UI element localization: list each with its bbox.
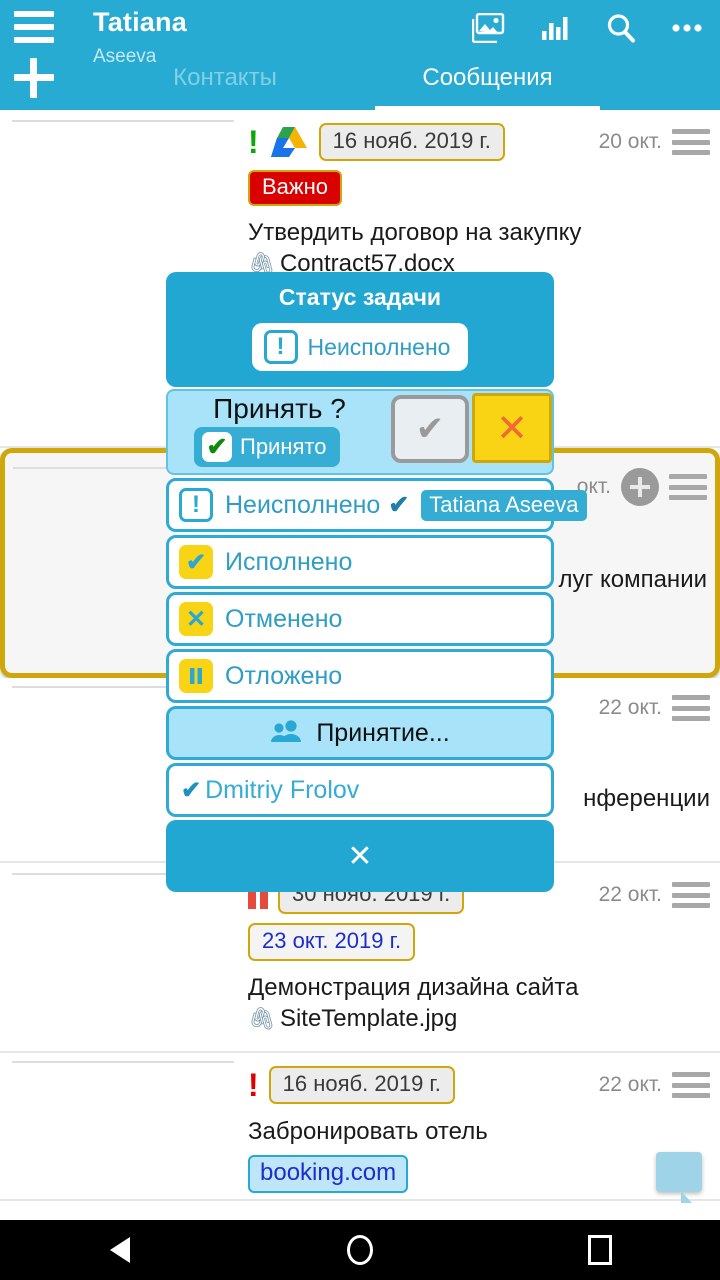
- drag-handle-icon[interactable]: [672, 695, 710, 721]
- paperclip-icon: 🖇: [248, 1006, 276, 1031]
- people-icon: [270, 719, 304, 748]
- more-icon[interactable]: [666, 8, 708, 48]
- status-option-label: Неисполнено: [225, 490, 381, 519]
- link-chip[interactable]: booking.com: [248, 1155, 409, 1193]
- hamburger-icon[interactable]: [14, 11, 54, 43]
- search-icon[interactable]: [600, 8, 642, 48]
- due-date-chip[interactable]: 16 нояб. 2019 г.: [268, 1066, 455, 1104]
- status-option-otmeneno[interactable]: ✕ Отменено: [166, 592, 554, 646]
- home-circle-icon[interactable]: [330, 1230, 390, 1270]
- status-option-label: Исполнено: [225, 547, 353, 576]
- google-drive-icon: [269, 125, 309, 159]
- tab-contacts[interactable]: Контакты: [75, 64, 375, 110]
- thumbnail-contract-document[interactable]: [12, 120, 234, 122]
- status-option-label: Отменено: [225, 604, 343, 633]
- drag-handle-icon[interactable]: [672, 129, 710, 155]
- back-triangle-icon[interactable]: [90, 1230, 150, 1270]
- page-title: Tatiana: [93, 7, 187, 37]
- person-name: Dmitriy Frolov: [205, 775, 360, 804]
- message-content: ! 16 нояб. 2019 г. 22 окт. Забронировать…: [248, 1065, 710, 1193]
- exclamation-red-icon: !: [248, 1067, 259, 1103]
- accepted-label: Принято: [240, 434, 327, 459]
- app-header: Tatiana Aseeva Контакты Сообщения: [0, 0, 720, 110]
- message-content: 30 нояб. 2019 г. 22 окт. 23 окт. 2019 г.…: [248, 875, 710, 1033]
- exclamation-outline-icon: !: [179, 488, 213, 522]
- chat-bubble-icon[interactable]: [656, 1152, 702, 1203]
- status-option-nevypolneno[interactable]: ! Неисполнено ✔ Tatiana Aseeva: [166, 478, 587, 532]
- attachment-row[interactable]: 🖇 SiteTemplate.jpg: [248, 1005, 710, 1033]
- header-action-icons: [468, 8, 708, 48]
- tab-bar: Контакты Сообщения: [0, 64, 720, 110]
- pause-yellow-icon: [179, 659, 213, 693]
- due-date-chip[interactable]: 16 нояб. 2019 г.: [318, 123, 505, 161]
- thumbnail-paris-photo[interactable]: ‹ › 1/45: [12, 1061, 234, 1063]
- exclamation-green-icon: !: [248, 124, 259, 160]
- reject-accept-button[interactable]: ✕: [472, 393, 552, 463]
- attachment-name: SiteTemplate.jpg: [279, 1005, 458, 1032]
- timestamp: 22 окт.: [598, 696, 662, 719]
- android-navbar: [0, 1220, 720, 1280]
- drag-handle-icon[interactable]: [672, 1072, 710, 1098]
- current-status-pill[interactable]: ! Неисполнено: [251, 323, 469, 371]
- status-option-ispolneno[interactable]: ✔ Исполнено: [166, 535, 554, 589]
- task-status-dialog: Статус задачи ! Неисполнено Принять ? ✔ …: [166, 272, 587, 892]
- timestamp: 20 окт.: [598, 130, 662, 153]
- secondary-date-chip[interactable]: 23 окт. 2019 г.: [248, 923, 416, 961]
- dialog-header: Статус задачи ! Неисполнено: [166, 272, 554, 387]
- exclamation-outline-icon: !: [263, 330, 298, 364]
- task-title: Утвердить договор на закупку: [248, 219, 582, 246]
- accept-prompt-row: Принять ? ✔ Принято check-grey-icon✔ ✕: [166, 389, 554, 475]
- dialog-close-button[interactable]: ✕: [166, 820, 554, 892]
- check-green-icon: ✔: [202, 432, 232, 462]
- status-option-otlozheno[interactable]: Отложено: [166, 649, 554, 703]
- app-root: Tatiana Aseeva Контакты Сообщения ! 16 н…: [0, 0, 720, 1280]
- assignee-chip[interactable]: Tatiana Aseeva: [421, 489, 587, 521]
- accepted-pill[interactable]: ✔ Принято: [194, 427, 341, 467]
- timestamp: 22 окт.: [598, 883, 662, 906]
- task-title: Демонстрация дизайна сайта: [248, 974, 579, 1001]
- status-badge: Важно: [248, 170, 343, 206]
- add-circle-icon[interactable]: [621, 468, 659, 506]
- drag-handle-icon[interactable]: [669, 474, 707, 500]
- chart-icon[interactable]: [534, 8, 576, 48]
- list-item[interactable]: ‹ › 1/45 ! 16 нояб. 2019 г. 22 окт. Забр…: [0, 1053, 720, 1201]
- task-title: Забронировать отель: [248, 1118, 488, 1145]
- check-yellow-icon: ✔: [179, 545, 213, 579]
- acceptance-person-row[interactable]: ✔ Dmitriy Frolov: [166, 763, 554, 817]
- drag-handle-icon[interactable]: [672, 882, 710, 908]
- acceptance-section-label: Принятие...: [316, 718, 450, 747]
- cross-yellow-icon: ✕: [179, 602, 213, 636]
- confirm-accept-button[interactable]: check-grey-icon✔: [391, 395, 469, 463]
- current-status-label: Неисполнено: [307, 333, 451, 360]
- accept-question: Принять ?: [213, 393, 346, 424]
- acceptance-section-header[interactable]: Принятие...: [166, 706, 554, 760]
- recents-square-icon[interactable]: [570, 1230, 630, 1270]
- timestamp: 22 окт.: [598, 1073, 662, 1096]
- selected-check-icon: ✔: [388, 491, 410, 519]
- person-check-icon: ✔: [181, 776, 202, 804]
- tab-messages[interactable]: Сообщения: [375, 64, 600, 110]
- status-option-label: Отложено: [225, 661, 343, 690]
- gallery-icon[interactable]: [468, 8, 510, 48]
- message-content: ! 16 нояб. 2019 г. 20 окт. Важно Утверди…: [248, 122, 710, 278]
- dialog-title: Статус задачи: [278, 284, 442, 310]
